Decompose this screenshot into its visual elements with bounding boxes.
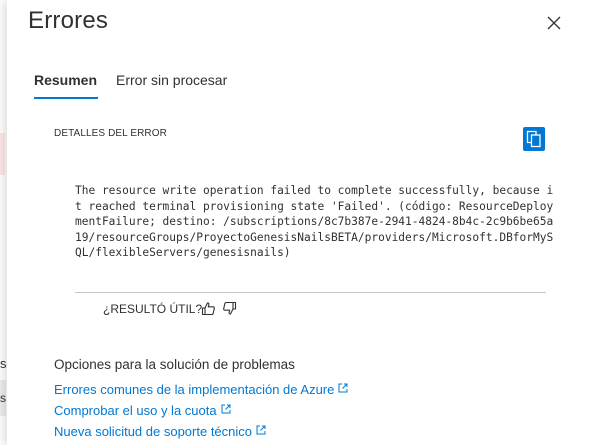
panel-title: Errores: [28, 7, 109, 34]
external-link-icon: [256, 425, 266, 435]
error-message: The resource write operation failed to c…: [75, 184, 554, 260]
link-label: Comprobar el uso y la cuota: [54, 403, 217, 418]
tab-error-sin-procesar[interactable]: Error sin procesar: [116, 72, 227, 88]
background-text-fragment: s: [0, 356, 7, 371]
link-check-usage-quota[interactable]: Comprobar el uso y la cuota: [54, 403, 231, 418]
copy-icon: [526, 130, 541, 148]
background-page-edge: [0, 0, 7, 445]
external-link-icon: [221, 404, 231, 414]
divider: [75, 292, 546, 293]
thumbs-up-button[interactable]: [201, 301, 216, 316]
link-label: Errores comunes de la implementación de …: [54, 382, 335, 397]
close-button[interactable]: [545, 14, 563, 32]
feedback-question: ¿RESULTÓ ÚTIL?: [103, 302, 203, 316]
tab-resumen[interactable]: Resumen: [34, 72, 99, 99]
link-common-deployment-errors[interactable]: Errores comunes de la implementación de …: [54, 382, 348, 397]
thumbs-down-button[interactable]: [222, 301, 237, 316]
errors-panel: Errores Resumen Error sin procesar DETAL…: [7, 0, 591, 445]
link-label: Nueva solicitud de soporte técnico: [54, 424, 253, 439]
close-icon: [547, 16, 561, 30]
external-link-icon: [338, 383, 348, 393]
thumbs-up-icon: [201, 302, 215, 316]
background-selected-row[interactable]: s: [0, 380, 6, 416]
link-new-support-request[interactable]: Nueva solicitud de soporte técnico: [54, 424, 266, 439]
thumbs-down-icon: [223, 301, 237, 315]
background-error-banner: [0, 133, 5, 175]
troubleshooting-title: Opciones para la solución de problemas: [54, 357, 295, 372]
error-details-label: DETALLES DEL ERROR: [54, 128, 167, 139]
copy-button[interactable]: [523, 127, 545, 151]
background-text-fragment: s: [0, 391, 6, 405]
